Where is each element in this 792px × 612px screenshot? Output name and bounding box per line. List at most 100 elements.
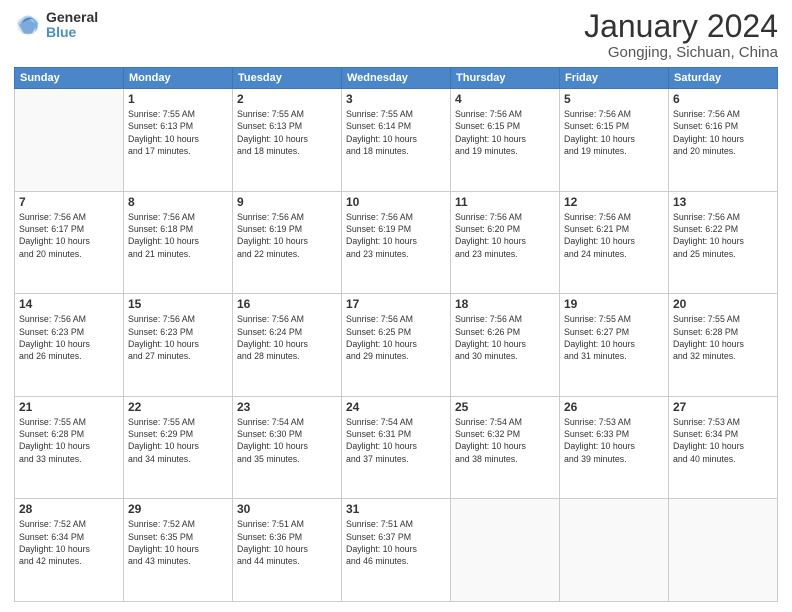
day-info: Sunrise: 7:55 AM Sunset: 6:13 PM Dayligh…	[128, 108, 228, 157]
day-number: 8	[128, 195, 228, 209]
title-block: January 2024 Gongjing, Sichuan, China	[584, 10, 778, 61]
calendar-cell: 29 Sunrise: 7:52 AM Sunset: 6:35 PM Dayli…	[124, 499, 233, 602]
day-number: 2	[237, 92, 337, 106]
calendar-cell: 5 Sunrise: 7:56 AM Sunset: 6:15 PM Daylig…	[560, 89, 669, 192]
calendar-cell: 6Sunrise: 7:56 AM Sunset: 6:16 PM Daylig…	[669, 89, 778, 192]
day-number: 29	[128, 502, 228, 516]
calendar-cell: 11 Sunrise: 7:56 AM Sunset: 6:20 PM Dayli…	[451, 191, 560, 294]
day-info: Sunrise: 7:56 AM Sunset: 6:21 PM Dayligh…	[564, 211, 664, 260]
calendar-cell: 4Sunrise: 7:56 AM Sunset: 6:15 PM Daylig…	[451, 89, 560, 192]
day-number: 11	[455, 195, 555, 209]
week-row-1: 7Sunrise: 7:56 AM Sunset: 6:17 PM Daylig…	[15, 191, 778, 294]
day-info: Sunrise: 7:56 AM Sunset: 6:18 PM Dayligh…	[128, 211, 228, 260]
calendar: SundayMondayTuesdayWednesdayThursdayFrid…	[14, 67, 778, 602]
calendar-cell	[669, 499, 778, 602]
day-number: 16	[237, 297, 337, 311]
day-number: 20	[673, 297, 773, 311]
day-number: 21	[19, 400, 119, 414]
calendar-cell: 20 Sunrise: 7:55 AM Sunset: 6:28 PM Dayli…	[669, 294, 778, 397]
day-number: 24	[346, 400, 446, 414]
logo-general-text: General	[46, 10, 98, 25]
logo-text: General Blue	[46, 10, 98, 41]
day-number: 5	[564, 92, 664, 106]
calendar-cell: 24 Sunrise: 7:54 AM Sunset: 6:31 PM Dayli…	[342, 396, 451, 499]
weekday-header-sunday: Sunday	[15, 68, 124, 89]
calendar-cell: 10Sunrise: 7:56 AM Sunset: 6:19 PM Dayli…	[342, 191, 451, 294]
day-number: 3	[346, 92, 446, 106]
day-number: 6	[673, 92, 773, 106]
location: Gongjing, Sichuan, China	[584, 44, 778, 61]
day-info: Sunrise: 7:56 AM Sunset: 6:15 PM Dayligh…	[564, 108, 664, 157]
weekday-header-monday: Monday	[124, 68, 233, 89]
day-number: 10	[346, 195, 446, 209]
day-info: Sunrise: 7:51 AM Sunset: 6:37 PM Dayligh…	[346, 518, 446, 567]
week-row-0: 1 Sunrise: 7:55 AM Sunset: 6:13 PM Daylig…	[15, 89, 778, 192]
calendar-cell: 15 Sunrise: 7:56 AM Sunset: 6:23 PM Dayli…	[124, 294, 233, 397]
calendar-cell: 23 Sunrise: 7:54 AM Sunset: 6:30 PM Dayli…	[233, 396, 342, 499]
calendar-cell	[560, 499, 669, 602]
day-info: Sunrise: 7:56 AM Sunset: 6:20 PM Dayligh…	[455, 211, 555, 260]
calendar-cell: 12 Sunrise: 7:56 AM Sunset: 6:21 PM Dayli…	[560, 191, 669, 294]
day-info: Sunrise: 7:54 AM Sunset: 6:32 PM Dayligh…	[455, 416, 555, 465]
day-number: 14	[19, 297, 119, 311]
day-number: 13	[673, 195, 773, 209]
calendar-cell: 17 Sunrise: 7:56 AM Sunset: 6:25 PM Dayli…	[342, 294, 451, 397]
calendar-cell: 9Sunrise: 7:56 AM Sunset: 6:19 PM Daylig…	[233, 191, 342, 294]
calendar-cell: 27 Sunrise: 7:53 AM Sunset: 6:34 PM Dayli…	[669, 396, 778, 499]
weekday-header-saturday: Saturday	[669, 68, 778, 89]
weekday-header-tuesday: Tuesday	[233, 68, 342, 89]
logo: General Blue	[14, 10, 98, 41]
calendar-cell	[15, 89, 124, 192]
day-info: Sunrise: 7:56 AM Sunset: 6:15 PM Dayligh…	[455, 108, 555, 157]
day-info: Sunrise: 7:56 AM Sunset: 6:25 PM Dayligh…	[346, 313, 446, 362]
day-info: Sunrise: 7:55 AM Sunset: 6:14 PM Dayligh…	[346, 108, 446, 157]
day-info: Sunrise: 7:55 AM Sunset: 6:28 PM Dayligh…	[19, 416, 119, 465]
day-info: Sunrise: 7:55 AM Sunset: 6:28 PM Dayligh…	[673, 313, 773, 362]
weekday-header-wednesday: Wednesday	[342, 68, 451, 89]
calendar-cell: 2 Sunrise: 7:55 AM Sunset: 6:13 PM Daylig…	[233, 89, 342, 192]
day-info: Sunrise: 7:55 AM Sunset: 6:27 PM Dayligh…	[564, 313, 664, 362]
week-row-4: 28 Sunrise: 7:52 AM Sunset: 6:34 PM Dayli…	[15, 499, 778, 602]
calendar-cell	[451, 499, 560, 602]
weekday-header-thursday: Thursday	[451, 68, 560, 89]
calendar-cell: 1 Sunrise: 7:55 AM Sunset: 6:13 PM Daylig…	[124, 89, 233, 192]
page: General Blue January 2024 Gongjing, Sich…	[0, 0, 792, 612]
day-info: Sunrise: 7:54 AM Sunset: 6:30 PM Dayligh…	[237, 416, 337, 465]
logo-blue-text: Blue	[46, 25, 98, 40]
calendar-cell: 22Sunrise: 7:55 AM Sunset: 6:29 PM Dayli…	[124, 396, 233, 499]
day-info: Sunrise: 7:52 AM Sunset: 6:35 PM Dayligh…	[128, 518, 228, 567]
calendar-cell: 13 Sunrise: 7:56 AM Sunset: 6:22 PM Dayli…	[669, 191, 778, 294]
day-number: 7	[19, 195, 119, 209]
day-number: 25	[455, 400, 555, 414]
day-number: 18	[455, 297, 555, 311]
day-info: Sunrise: 7:56 AM Sunset: 6:23 PM Dayligh…	[128, 313, 228, 362]
header: General Blue January 2024 Gongjing, Sich…	[14, 10, 778, 61]
day-number: 12	[564, 195, 664, 209]
calendar-cell: 3 Sunrise: 7:55 AM Sunset: 6:14 PM Daylig…	[342, 89, 451, 192]
day-number: 28	[19, 502, 119, 516]
day-number: 26	[564, 400, 664, 414]
day-info: Sunrise: 7:54 AM Sunset: 6:31 PM Dayligh…	[346, 416, 446, 465]
day-number: 31	[346, 502, 446, 516]
day-info: Sunrise: 7:55 AM Sunset: 6:29 PM Dayligh…	[128, 416, 228, 465]
calendar-cell: 25 Sunrise: 7:54 AM Sunset: 6:32 PM Dayli…	[451, 396, 560, 499]
day-info: Sunrise: 7:55 AM Sunset: 6:13 PM Dayligh…	[237, 108, 337, 157]
day-number: 27	[673, 400, 773, 414]
week-row-2: 14 Sunrise: 7:56 AM Sunset: 6:23 PM Dayli…	[15, 294, 778, 397]
day-info: Sunrise: 7:56 AM Sunset: 6:22 PM Dayligh…	[673, 211, 773, 260]
day-info: Sunrise: 7:56 AM Sunset: 6:23 PM Dayligh…	[19, 313, 119, 362]
day-info: Sunrise: 7:56 AM Sunset: 6:19 PM Dayligh…	[237, 211, 337, 260]
day-number: 17	[346, 297, 446, 311]
calendar-cell: 7Sunrise: 7:56 AM Sunset: 6:17 PM Daylig…	[15, 191, 124, 294]
day-info: Sunrise: 7:53 AM Sunset: 6:34 PM Dayligh…	[673, 416, 773, 465]
day-number: 1	[128, 92, 228, 106]
logo-icon	[14, 11, 42, 39]
day-number: 15	[128, 297, 228, 311]
day-info: Sunrise: 7:52 AM Sunset: 6:34 PM Dayligh…	[19, 518, 119, 567]
day-info: Sunrise: 7:56 AM Sunset: 6:26 PM Dayligh…	[455, 313, 555, 362]
calendar-cell: 8 Sunrise: 7:56 AM Sunset: 6:18 PM Daylig…	[124, 191, 233, 294]
calendar-cell: 31 Sunrise: 7:51 AM Sunset: 6:37 PM Dayli…	[342, 499, 451, 602]
calendar-cell: 26Sunrise: 7:53 AM Sunset: 6:33 PM Dayli…	[560, 396, 669, 499]
calendar-cell: 14 Sunrise: 7:56 AM Sunset: 6:23 PM Dayli…	[15, 294, 124, 397]
day-number: 23	[237, 400, 337, 414]
